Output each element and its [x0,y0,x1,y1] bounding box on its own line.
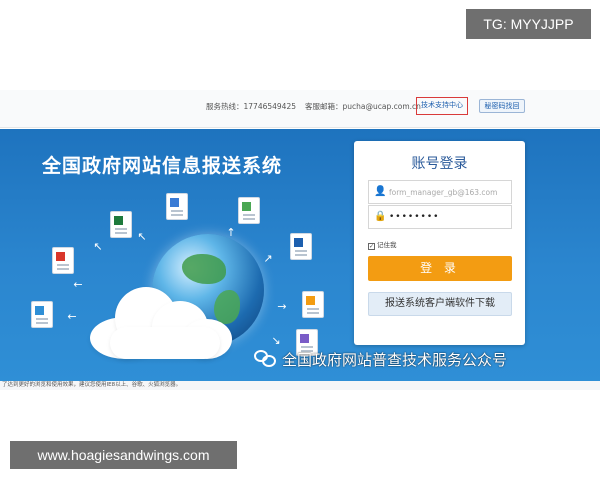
chart-icon [166,193,188,220]
arrow-icon: ↖ [93,240,103,253]
password-input[interactable] [389,209,507,225]
chart-icon [302,291,324,318]
page: TG: MYYJJPP 服务热线：17746549425 客服邮箱：pucha@… [0,0,600,480]
service-email: 客服邮箱：pucha@ucap.com.cn [305,102,421,111]
chart-icon [31,301,53,328]
arrow-icon: ↖ [137,230,147,243]
arrow-icon: ← [73,278,83,291]
arrow-icon: ↘ [271,334,281,347]
user-icon: 👤 [374,186,387,197]
cloud-icon [90,279,240,359]
browser-tip: 了达到更好的浏览和使用效果，建议您使用IE8以上、谷歌、火狐浏览器。 [0,381,600,390]
top-bar: 服务热线：17746549425 客服邮箱：pucha@ucap.com.cn … [0,90,600,128]
remember-label: 记住我 [377,241,397,249]
tech-support-link[interactable]: 技术支持中心 [416,97,468,115]
login-button[interactable]: 登 录 [368,256,512,281]
wechat-icon [254,350,276,368]
login-title: 账号登录 [411,156,468,172]
password-recovery-button[interactable]: 秘密码找回 [479,99,525,113]
arrow-icon: ↗ [263,252,273,265]
watermark-top: TG: MYYJJPP [466,9,591,39]
login-panel: 账号登录 👤 🔒 ✓记住我 登 录 报送系统客户端软件下载 [354,141,525,345]
pdf-icon [52,247,74,274]
checkbox-icon[interactable]: ✓ [368,243,375,250]
username-input[interactable] [389,184,507,200]
document-icon [290,233,312,260]
username-field: 👤 [368,180,512,204]
wechat-overlay: 全国政府网站普查技术服务公众号 [254,349,507,370]
arrow-icon: ← [67,310,77,323]
system-title: 全国政府网站信息报送系统 [42,155,283,177]
wechat-overlay-text: 全国政府网站普查技术服务公众号 [282,351,508,369]
service-hotline: 服务热线：17746549425 [206,102,296,111]
excel-icon [110,211,132,238]
document-icon [238,197,260,224]
password-field: 🔒 [368,205,512,229]
watermark-bottom: www.hoagiesandwings.com [10,441,237,469]
remember-me[interactable]: ✓ 记住我 [368,239,397,250]
arrow-icon: → [277,300,287,313]
lock-icon: 🔒 [374,211,387,222]
client-download-button[interactable]: 报送系统客户端软件下载 [368,292,512,316]
